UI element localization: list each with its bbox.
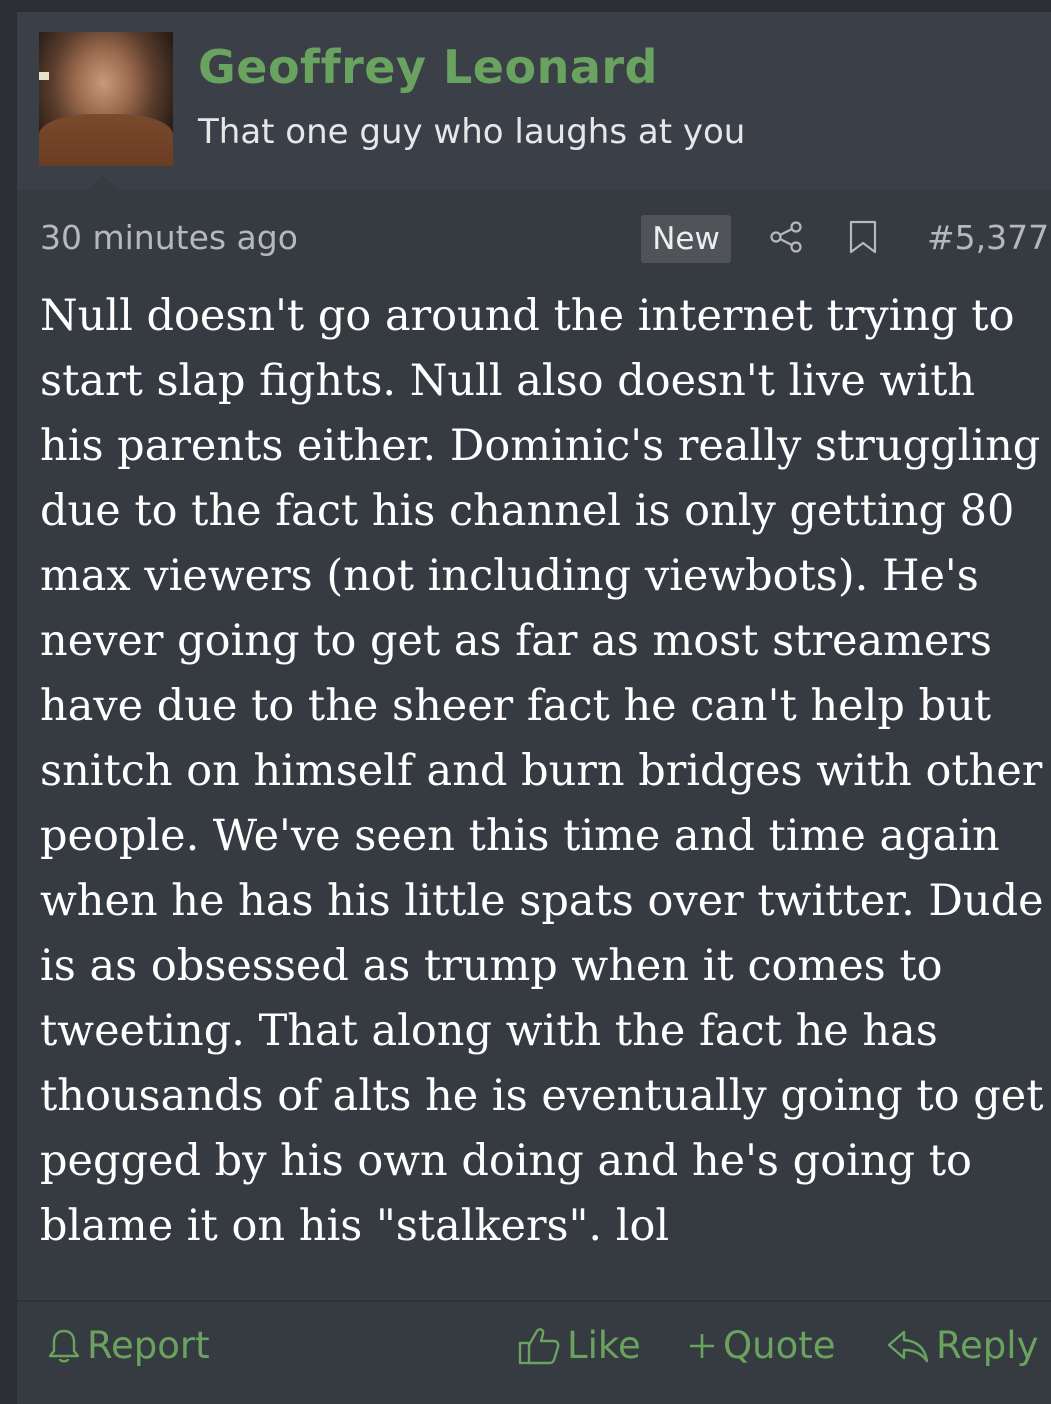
post-timestamp[interactable]: 30 minutes ago [40, 218, 298, 257]
post-actions: Report Like Quote Reply [17, 1300, 1051, 1404]
page: Geoffrey Leonard That one guy who laughs… [0, 0, 1051, 1404]
report-button[interactable]: Report [47, 1324, 210, 1367]
reply-label: Reply [936, 1324, 1039, 1367]
thumbs-up-icon [518, 1327, 560, 1364]
username[interactable]: Geoffrey Leonard [198, 40, 658, 94]
new-badge: New [641, 215, 731, 263]
post-body: Null doesn't go around the internet tryi… [40, 291, 1044, 1251]
post-meta-bar: 30 minutes ago New #5,377 [17, 210, 1051, 266]
post-number[interactable]: #5,377 [927, 218, 1049, 257]
report-label: Report [87, 1324, 210, 1367]
header-pointer [87, 176, 119, 190]
plus-icon [690, 1333, 714, 1358]
like-label: Like [567, 1324, 641, 1367]
forum-post: Geoffrey Leonard That one guy who laughs… [17, 12, 1051, 1404]
share-icon[interactable] [769, 220, 803, 254]
avatar[interactable] [39, 32, 173, 166]
reply-arrow-icon [887, 1330, 929, 1362]
avatar-background-light [39, 72, 49, 80]
user-header: Geoffrey Leonard That one guy who laughs… [17, 12, 1051, 190]
quote-label: Quote [723, 1324, 836, 1367]
avatar-shirt [39, 114, 173, 166]
user-title: That one guy who laughs at you [198, 112, 746, 152]
like-button[interactable]: Like [517, 1324, 641, 1367]
quote-button[interactable]: Quote [687, 1324, 835, 1367]
reply-button[interactable]: Reply [886, 1324, 1038, 1367]
bookmark-icon[interactable] [848, 220, 878, 254]
bell-icon [48, 1329, 80, 1362]
